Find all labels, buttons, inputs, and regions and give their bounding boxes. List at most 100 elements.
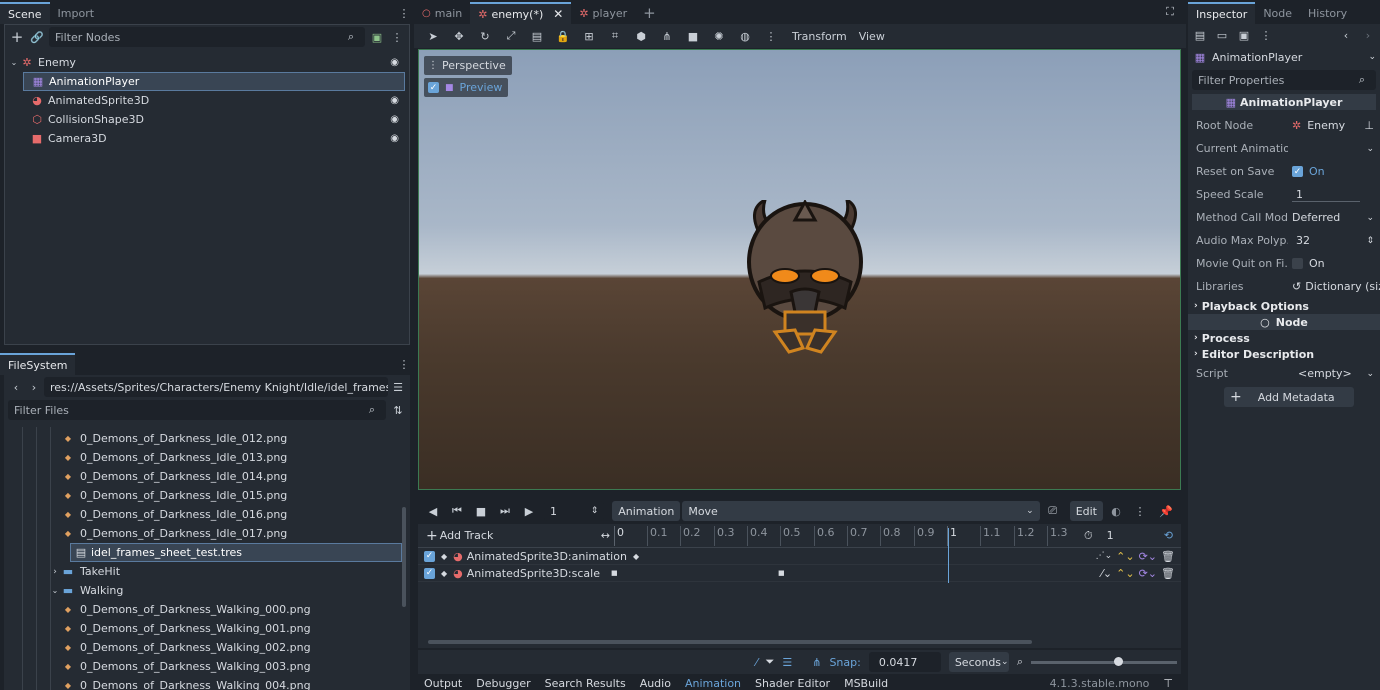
interpolation-icon[interactable]: ⌃⌄: [1116, 567, 1134, 580]
bottom-tab-output[interactable]: Output: [424, 677, 462, 690]
update-mode-icon[interactable]: ⋰⌄: [1096, 551, 1113, 561]
autoplay-icon[interactable]: ⎚: [1042, 500, 1064, 522]
transform-menu[interactable]: Transform: [786, 25, 853, 47]
perspective-menu[interactable]: ⋮ Perspective: [424, 56, 512, 75]
filter-icon[interactable]: ⏷: [766, 655, 775, 669]
folder-item[interactable]: ⌄ ▬ Walking: [4, 581, 410, 600]
bottom-tab-animation[interactable]: Animation: [685, 677, 741, 690]
tree-node-enemy[interactable]: ⌄ ✲ Enemy ◉: [9, 53, 405, 72]
checkbox-checked-icon[interactable]: ✓: [1292, 166, 1303, 177]
visibility-eye-icon[interactable]: ◉: [390, 114, 399, 125]
onion-skin-icon[interactable]: ◐: [1105, 500, 1127, 522]
new-resource-icon[interactable]: ▤: [1192, 27, 1208, 43]
visibility-eye-icon[interactable]: ◉: [390, 133, 399, 144]
local-space-icon[interactable]: ⬢: [630, 25, 652, 47]
add-metadata-button[interactable]: + Add Metadata: [1224, 387, 1354, 407]
tab-history[interactable]: History: [1300, 2, 1355, 24]
tree-node-animationplayer[interactable]: ▦ AnimationPlayer: [23, 72, 405, 91]
interpolation-icon[interactable]: ⌃⌄: [1116, 550, 1134, 563]
pin-icon[interactable]: 📌: [1155, 500, 1177, 522]
resize-icon[interactable]: ↔: [601, 529, 610, 542]
snap-icon[interactable]: ⋔: [812, 656, 821, 669]
section-process[interactable]: › Process: [1188, 330, 1380, 346]
play-backwards-icon[interactable]: ◀: [422, 500, 444, 522]
play-icon[interactable]: ▶: [518, 500, 540, 522]
visibility-eye-icon[interactable]: ◉: [390, 57, 399, 68]
prop-libraries[interactable]: Libraries ↺Dictionary (size: [1188, 275, 1380, 298]
loop-wrap-icon[interactable]: ⟳⌄: [1139, 567, 1157, 580]
frame-spinbox[interactable]: 1 ⇕: [544, 501, 605, 521]
loop-wrap-icon[interactable]: ⟳⌄: [1139, 550, 1157, 563]
dock-menu-icon[interactable]: ⋮: [396, 5, 412, 21]
open-folder-icon[interactable]: ▭: [1214, 27, 1230, 43]
playhead[interactable]: [948, 528, 949, 583]
pin-icon[interactable]: ⊤: [1163, 677, 1173, 690]
keyframe-icon[interactable]: ■: [611, 569, 618, 577]
keyframe-icon[interactable]: ■: [778, 569, 785, 577]
dock-menu-icon[interactable]: ⋮: [396, 356, 412, 372]
bottom-tab-shader-editor[interactable]: Shader Editor: [755, 677, 830, 690]
prop-current-animation[interactable]: Current Animation ⌄: [1188, 137, 1380, 160]
add-node-icon[interactable]: +: [9, 28, 25, 46]
more-icon[interactable]: ⋮: [1258, 27, 1274, 43]
bottom-tab-audio[interactable]: Audio: [640, 677, 671, 690]
snap-input[interactable]: 0.0417: [868, 652, 941, 672]
group-icon[interactable]: ⊞: [578, 25, 600, 47]
play-backwards-from-end-icon[interactable]: ⏮: [446, 500, 468, 522]
scale-tool-icon[interactable]: ⤢: [500, 25, 522, 47]
prop-speed-scale[interactable]: Speed Scale 1: [1188, 183, 1380, 206]
tree-node-camera3d[interactable]: ■ Camera3D ◉: [29, 129, 405, 148]
close-icon[interactable]: ✕: [553, 7, 563, 21]
track-enable-checkbox[interactable]: ✓: [424, 567, 435, 579]
chevron-down-icon[interactable]: ⌄: [9, 55, 19, 71]
checkbox-unchecked-icon[interactable]: [1292, 258, 1303, 269]
filter-nodes-input[interactable]: Filter Nodes ⌕: [49, 27, 365, 47]
tree-node-animatedsprite3d[interactable]: ◕ AnimatedSprite3D ◉: [29, 91, 405, 110]
tab-node[interactable]: Node: [1255, 2, 1300, 24]
environment-icon[interactable]: ◍: [734, 25, 756, 47]
snap-icon[interactable]: ⋔: [656, 25, 678, 47]
tab-inspector[interactable]: Inspector: [1188, 2, 1256, 24]
path-field[interactable]: res://Assets/Sprites/Characters/Enemy Kn…: [44, 377, 388, 397]
section-playback-options[interactable]: › Playback Options: [1188, 298, 1380, 314]
update-mode-icon[interactable]: ⁄⌄: [1101, 567, 1112, 580]
scene-tab-main[interactable]: ○ main: [414, 2, 470, 24]
zoom-slider-handle[interactable]: [1114, 656, 1123, 666]
bottom-tab-search-results[interactable]: Search Results: [545, 677, 626, 690]
animation-menu[interactable]: Animation: [612, 501, 681, 521]
section-editor-description[interactable]: › Editor Description: [1188, 346, 1380, 362]
bottom-tab-msbuild[interactable]: MSBuild: [844, 677, 888, 690]
horizontal-scrollbar[interactable]: [428, 640, 1032, 644]
bottom-tab-debugger[interactable]: Debugger: [476, 677, 530, 690]
animation-select[interactable]: Move ⌄: [682, 501, 1040, 521]
preview-toggle[interactable]: ✓ ■ Preview: [424, 78, 509, 97]
sun-icon[interactable]: ✺: [708, 25, 730, 47]
visibility-eye-icon[interactable]: ◉: [390, 95, 399, 106]
prop-value[interactable]: 1: [1292, 188, 1360, 202]
add-track-button[interactable]: + Add Track ↔: [418, 528, 614, 544]
back-icon[interactable]: ‹: [8, 379, 24, 395]
filter-files-input[interactable]: Filter Files ⌕: [8, 400, 386, 420]
chevron-down-icon[interactable]: ⌄: [1366, 144, 1374, 154]
list-select-icon[interactable]: ▤: [526, 25, 548, 47]
3d-viewport[interactable]: ⋮ Perspective ✓ ■ Preview: [418, 49, 1181, 490]
snap-mode-select[interactable]: Seconds ⌄: [948, 652, 1009, 672]
file-item[interactable]: ◆ 0_Demons_of_Darkness_Idle_013.png: [4, 448, 410, 467]
ruler-icon[interactable]: ⌗: [604, 25, 626, 47]
select-tool-icon[interactable]: ➤: [422, 25, 444, 47]
edit-menu[interactable]: Edit: [1069, 501, 1103, 521]
object-selector[interactable]: ▦ AnimationPlayer ⌄: [1188, 46, 1380, 68]
move-tool-icon[interactable]: ✥: [448, 25, 470, 47]
filter-properties-input[interactable]: Filter Properties ⌕: [1192, 70, 1376, 90]
tab-import[interactable]: Import: [50, 2, 103, 24]
tab-filesystem[interactable]: FileSystem: [0, 353, 76, 375]
prop-reset-on-save[interactable]: Reset on Save ✓ On: [1188, 160, 1380, 183]
keyframe-icon[interactable]: ◆: [633, 552, 639, 561]
menu-icon[interactable]: ⋮: [389, 29, 405, 45]
save-icon[interactable]: ▣: [1236, 27, 1252, 43]
stop-icon[interactable]: ■: [470, 500, 492, 522]
sort-icon[interactable]: ⇅: [390, 402, 406, 418]
file-item[interactable]: ◆ 0_Demons_of_Darkness_Idle_015.png: [4, 486, 410, 505]
file-item[interactable]: ◆ 0_Demons_of_Darkness_Idle_014.png: [4, 467, 410, 486]
delete-track-icon[interactable]: 🗑: [1161, 550, 1175, 563]
